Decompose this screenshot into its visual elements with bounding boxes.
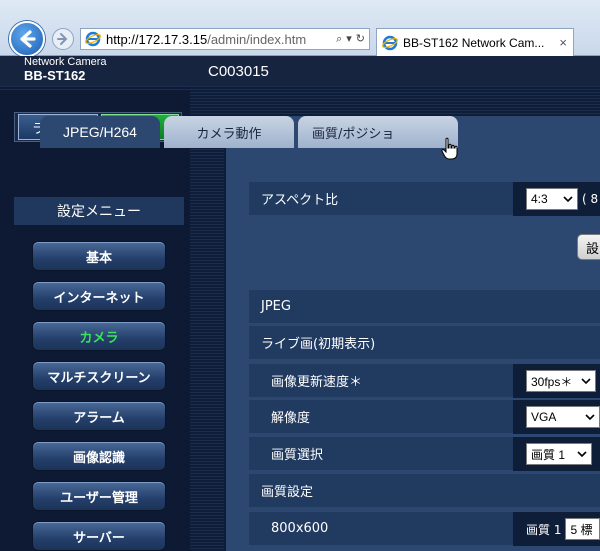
chevron-down-icon (585, 414, 595, 421)
tab-title: BB-ST162 Network Cam... (403, 35, 545, 50)
aspect-ratio-value: 4:3 (531, 192, 548, 206)
decorative-stripes (0, 86, 190, 92)
menu-item-multiscreen[interactable]: マルチスクリーン (32, 361, 166, 391)
live-initial-section: ライブ画(初期表示) (249, 326, 600, 360)
camera-name: C003015 (208, 63, 269, 80)
close-icon[interactable]: × (559, 35, 567, 50)
menu-item-alarm[interactable]: アラーム (32, 401, 166, 431)
tab-quality-position[interactable]: 画質/ポジショ (298, 116, 458, 148)
refresh-rate-row: 画像更新速度＊ 30fps＊ (249, 364, 600, 398)
aspect-ratio-label: アスペクト比 (261, 193, 339, 208)
quality1-value: 5 標 (570, 522, 593, 537)
refresh-icon[interactable]: ↻ (356, 32, 365, 46)
quality-select-value: 画質 1 (531, 447, 566, 462)
url-path: /admin/index.htm (207, 31, 307, 47)
ie-icon (85, 31, 101, 47)
menu-item-user-management[interactable]: ユーザー管理 (32, 481, 166, 511)
address-bar[interactable]: http://172.17.3.15/admin/index.htm ⌕ ▾ ↻ (80, 28, 370, 50)
brand-model: BB-ST162 (24, 68, 86, 83)
left-panel: ライブ画 設定 設定メニュー 基本 インターネット カメラ マルチスクリーン ア… (0, 86, 190, 551)
quality-setting-section: 画質設定 (249, 474, 600, 508)
decorative-stripes (190, 116, 224, 551)
set-button[interactable]: 設 (577, 234, 600, 260)
resolution-row: 解像度 VGA (249, 400, 600, 434)
resolution-select[interactable]: VGA (526, 406, 600, 428)
menu-item-image-recognition[interactable]: 画像認識 (32, 441, 166, 471)
resolution-label: 解像度 (271, 411, 311, 426)
chevron-down-icon (581, 378, 591, 385)
jpeg-section-label: JPEG (261, 299, 291, 314)
browser-tab[interactable]: BB-ST162 Network Cam... × (376, 28, 574, 56)
res-800x600-row: 800x600 画質 1 5 標 (249, 512, 600, 546)
jpeg-section: JPEG (249, 290, 600, 324)
camera-header: Network Camera BB-ST162 C003015 (0, 56, 600, 86)
tab-jpeg-h264[interactable]: JPEG/H264 (40, 116, 160, 148)
aspect-ratio-row: アスペクト比 4:3 ( 8 (249, 182, 600, 216)
dropdown-icon[interactable]: ▾ (346, 32, 352, 46)
quality-setting-label: 画質設定 (261, 485, 314, 500)
address-url[interactable]: http://172.17.3.15/admin/index.htm (106, 32, 336, 47)
menu-item-server[interactable]: サーバー (32, 521, 166, 551)
url-host: http://172.17.3.15 (106, 31, 208, 47)
chevron-down-icon (563, 196, 573, 203)
settings-tabs: JPEG/H264 カメラ動作 画質/ポジショ (40, 116, 600, 148)
chevron-down-icon (577, 451, 587, 458)
back-button[interactable] (9, 21, 45, 57)
arrow-left-icon (20, 30, 36, 48)
aspect-ratio-select[interactable]: 4:3 (526, 188, 578, 210)
res-800x600-label: 800x600 (271, 521, 329, 536)
resolution-value: VGA (531, 410, 557, 424)
search-icon[interactable]: ⌕ (336, 32, 342, 46)
quality-select[interactable]: 画質 1 (526, 443, 592, 465)
menu-item-camera[interactable]: カメラ (32, 321, 166, 351)
quality1-select[interactable]: 5 標 (565, 518, 600, 540)
tab-camera-operation[interactable]: カメラ動作 (164, 116, 294, 148)
refresh-rate-select[interactable]: 30fps＊ (526, 370, 596, 392)
menu-item-basic[interactable]: 基本 (32, 241, 166, 271)
forward-button[interactable] (52, 28, 74, 50)
setup-menu-title: 設定メニュー (14, 197, 184, 225)
refresh-rate-label: 画像更新速度＊ (271, 375, 363, 390)
quality1-prefix: 画質 1 (526, 522, 562, 537)
live-initial-label: ライブ画(初期表示) (261, 337, 376, 352)
refresh-rate-value: 30fps＊ (531, 374, 573, 389)
quality-select-label: 画質選択 (271, 448, 324, 463)
aspect-ratio-note: ( 8 (582, 192, 599, 206)
menu-item-internet[interactable]: インターネット (32, 281, 166, 311)
ie-icon (382, 35, 398, 50)
quality-select-row: 画質選択 画質 1 (249, 437, 600, 471)
decorative-stripes (190, 86, 600, 116)
browser-chrome: http://172.17.3.15/admin/index.htm ⌕ ▾ ↻… (0, 0, 600, 57)
arrow-right-icon (57, 33, 68, 45)
hand-cursor-icon (441, 137, 458, 160)
brand: Network Camera BB-ST162 (24, 56, 107, 83)
